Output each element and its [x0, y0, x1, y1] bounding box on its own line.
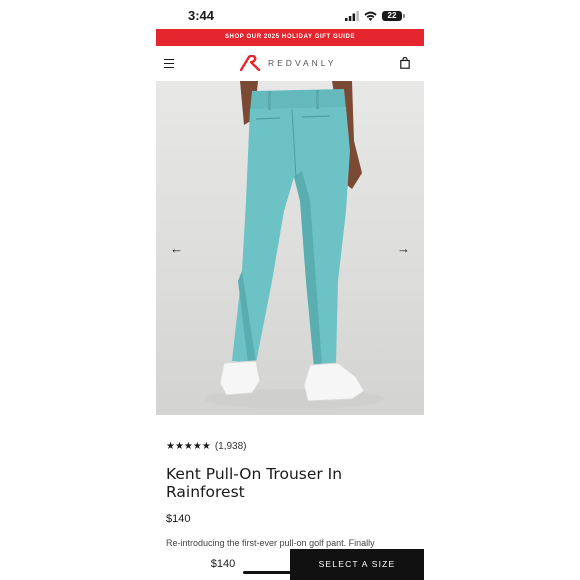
product-title: Kent Pull-On Trouser In Rainforest	[166, 465, 343, 501]
product-rating[interactable]: ★★★★★ (1,938)	[166, 441, 247, 452]
promo-banner[interactable]: SHOP OUR 2025 HOLIDAY GIFT GUIDE	[156, 29, 424, 46]
product-price: $140	[166, 513, 191, 525]
product-image-carousel[interactable]: ← →	[156, 81, 424, 415]
select-size-button[interactable]: SELECT A SIZE	[290, 549, 424, 580]
bag-icon[interactable]	[400, 57, 410, 69]
sticky-price: $140	[156, 549, 290, 580]
home-indicator[interactable]	[243, 571, 338, 574]
arrow-left-icon[interactable]: ←	[170, 241, 183, 256]
status-icons: 22	[345, 10, 405, 22]
sticky-purchase-bar: $140 SELECT A SIZE	[156, 549, 424, 580]
logo-mark-icon	[240, 55, 261, 71]
status-bar: 3:44 22	[156, 0, 424, 30]
site-header: REDVANLY	[156, 46, 424, 81]
review-count[interactable]: (1,938)	[215, 441, 247, 452]
signal-icon	[345, 11, 359, 21]
arrow-right-icon[interactable]: →	[397, 241, 410, 256]
wifi-icon	[364, 11, 377, 21]
brand-name: REDVANLY	[268, 58, 337, 68]
battery-icon: 22	[382, 11, 405, 21]
product-description: Re-introducing the first-ever pull-on go…	[166, 538, 375, 548]
menu-icon[interactable]	[164, 59, 174, 68]
product-photo	[204, 81, 384, 409]
star-icon: ★★★★★	[166, 441, 211, 452]
status-time: 3:44	[188, 8, 215, 23]
brand-logo[interactable]: REDVANLY	[240, 55, 337, 71]
